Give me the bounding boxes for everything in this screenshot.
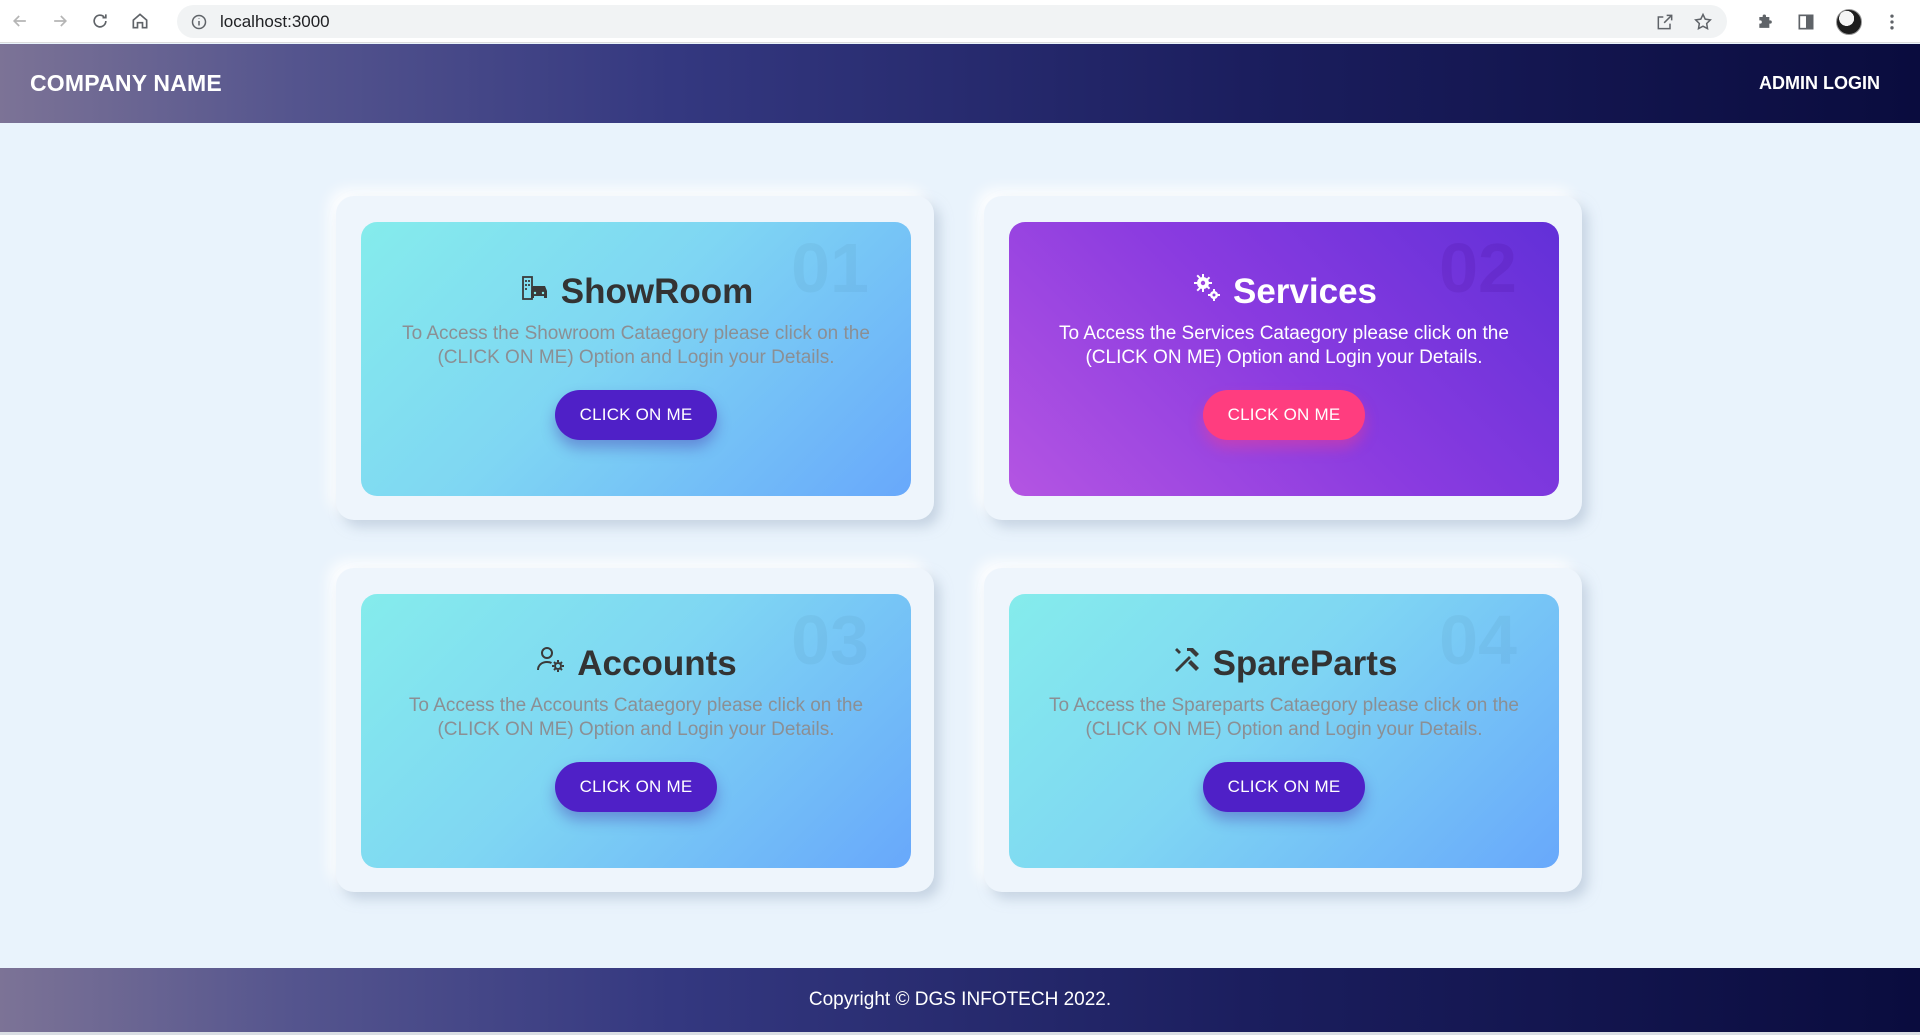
services-click-button[interactable]: CLICK ON ME (1203, 390, 1365, 440)
services-card-panel: 02 Services To Access the Services Catae… (1009, 222, 1559, 496)
showroom-card: 01 ShowRoom To Access the Showroom Catae… (336, 196, 934, 520)
home-button[interactable] (120, 0, 160, 43)
more-menu-icon[interactable] (1882, 12, 1902, 32)
card-title: SpareParts (1212, 644, 1398, 683)
card-number: 01 (791, 228, 869, 308)
card-title-row: Services (1191, 272, 1377, 312)
bookmark-star-icon[interactable] (1693, 12, 1713, 32)
main-content: 01 ShowRoom To Access the Showroom Catae… (0, 123, 1920, 968)
share-icon[interactable] (1655, 12, 1675, 32)
site-info-icon[interactable] (191, 14, 207, 30)
browser-toolbar: localhost:3000 (0, 0, 1920, 43)
card-title: ShowRoom (560, 272, 754, 311)
app-header: COMPANY NAME ADMIN LOGIN (0, 44, 1920, 123)
reload-icon (93, 14, 107, 28)
accounts-card: 03 Accounts To Access the Accounts Catae… (336, 568, 934, 892)
card-number: 02 (1439, 229, 1517, 307)
copyright-text: Copyright © DGS INFOTECH 2022. (808, 989, 1112, 1010)
card-description: To Access the Services Cataegory please … (1059, 323, 1509, 368)
forward-arrow-icon (54, 15, 68, 27)
card-title-row: SpareParts (1171, 644, 1398, 684)
spareparts-click-button[interactable]: CLICK ON ME (1203, 762, 1365, 812)
user-settings-icon (535, 644, 567, 676)
admin-login-link[interactable]: ADMIN LOGIN (1759, 73, 1880, 94)
back-button[interactable] (0, 0, 40, 43)
services-card: 02 Services To Access the Services Catae… (984, 196, 1582, 520)
accounts-card-panel: 03 Accounts To Access the Accounts Catae… (361, 594, 911, 868)
app-footer: Copyright © DGS INFOTECH 2022. (0, 968, 1920, 1032)
showroom-click-button[interactable]: CLICK ON ME (555, 390, 717, 440)
card-number: 04 (1439, 600, 1517, 680)
showroom-car-icon (519, 272, 551, 304)
gears-icon (1191, 272, 1223, 304)
forward-button[interactable] (40, 0, 80, 43)
card-title-row: Accounts (535, 644, 737, 684)
card-title: Services (1232, 272, 1378, 311)
reload-button[interactable] (80, 0, 120, 43)
company-name: COMPANY NAME (30, 70, 222, 96)
side-panel-icon[interactable] (1796, 12, 1816, 32)
card-number: 03 (791, 600, 869, 680)
address-bar[interactable]: localhost:3000 (177, 5, 1727, 38)
showroom-card-panel: 01 ShowRoom To Access the Showroom Catae… (361, 222, 911, 496)
profile-avatar[interactable] (1836, 8, 1862, 35)
url-text: localhost:3000 (220, 11, 330, 31)
spareparts-card: 04 SpareParts To Access the Spareparts C… (984, 568, 1582, 892)
accounts-click-button[interactable]: CLICK ON ME (555, 762, 717, 812)
back-arrow-icon (12, 15, 26, 27)
spareparts-card-panel: 04 SpareParts To Access the Spareparts C… (1009, 594, 1559, 868)
card-description: To Access the Showroom Cataegory please … (402, 323, 870, 368)
home-icon (132, 13, 148, 29)
tools-icon (1171, 644, 1203, 676)
card-title-row: ShowRoom (519, 272, 753, 312)
extensions-puzzle-icon[interactable] (1756, 12, 1776, 32)
card-title: Accounts (577, 644, 737, 683)
card-description: To Access the Spareparts Cataegory pleas… (1049, 695, 1519, 740)
card-description: To Access the Accounts Cataegory please … (408, 695, 864, 740)
